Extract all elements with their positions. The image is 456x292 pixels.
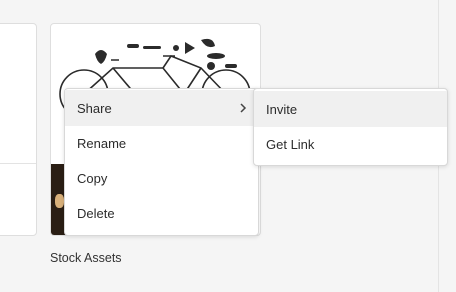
context-menu: Share Rename Copy Delete bbox=[64, 88, 259, 236]
menu-item-delete[interactable]: Delete bbox=[65, 195, 258, 231]
menu-item-rename[interactable]: Rename bbox=[65, 125, 258, 161]
submenu-item-label: Invite bbox=[266, 101, 298, 117]
menu-item-label: Delete bbox=[77, 205, 115, 221]
card-divider bbox=[0, 163, 36, 164]
menu-item-share[interactable]: Share bbox=[65, 90, 258, 126]
menu-item-label: Copy bbox=[77, 170, 108, 186]
menu-item-copy[interactable]: Copy bbox=[65, 160, 258, 196]
menu-item-label: Rename bbox=[77, 135, 127, 151]
submenu-item-get-link[interactable]: Get Link bbox=[254, 126, 447, 162]
chevron-right-icon bbox=[240, 103, 247, 113]
share-submenu: Invite Get Link bbox=[253, 88, 448, 166]
asset-card-title[interactable]: Stock Assets bbox=[50, 251, 122, 265]
menu-item-label: Share bbox=[77, 100, 112, 116]
submenu-item-invite[interactable]: Invite bbox=[254, 91, 447, 127]
image-highlight bbox=[55, 194, 64, 208]
submenu-item-label: Get Link bbox=[266, 136, 315, 152]
asset-card-partial[interactable] bbox=[0, 23, 37, 236]
